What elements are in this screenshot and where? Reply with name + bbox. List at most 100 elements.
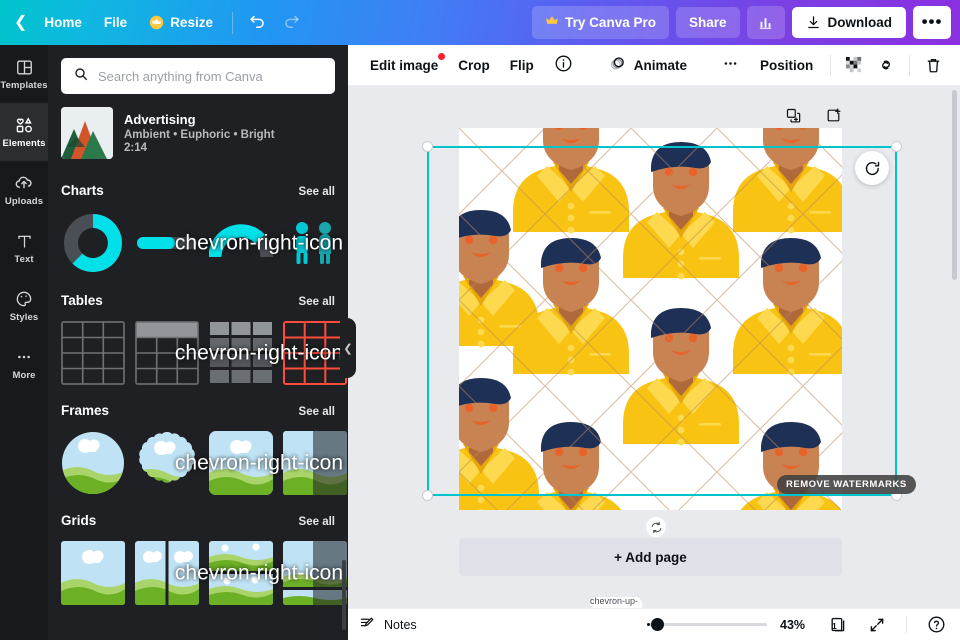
toolbar-divider (909, 54, 911, 76)
resize-button[interactable]: Resize (138, 8, 224, 37)
section-charts: Charts See all chevron-right-icon (48, 173, 348, 279)
page-manager-button[interactable]: 1 (825, 613, 851, 637)
back-chevron-icon[interactable]: ❮ (10, 14, 33, 31)
canvas-vertical-scrollbar[interactable] (952, 90, 957, 280)
add-page-icon[interactable] (824, 106, 842, 124)
home-button[interactable]: Home (33, 8, 93, 37)
frames-thumb-row: chevron-right-icon (61, 427, 347, 499)
zoom-percentage: 43% (780, 617, 806, 632)
sidebar-item-templates[interactable]: Templates (0, 45, 48, 103)
redo-arrow-icon (285, 15, 300, 29)
audio-artwork (61, 107, 113, 159)
section-title-frames: Frames (61, 403, 110, 418)
notes-button[interactable]: Notes (359, 615, 417, 635)
animate-button[interactable]: Animate (597, 48, 697, 83)
edit-image-button[interactable]: Edit image (360, 52, 448, 79)
grids-thumb-row: chevron-right-icon (61, 537, 347, 609)
see-all-charts[interactable]: See all (299, 186, 335, 198)
section-header-charts: Charts See all (61, 173, 335, 207)
redo-button[interactable] (275, 8, 309, 38)
fullscreen-button[interactable] (864, 613, 890, 637)
zoom-slider-knob[interactable] (651, 618, 664, 631)
file-menu-button[interactable]: File (93, 8, 138, 37)
zoom-slider[interactable] (647, 618, 767, 632)
bottom-bar: Notes 43% 1 (348, 608, 960, 640)
panel-collapse-handle[interactable]: ❮ (340, 318, 356, 378)
image-toolbar: Edit image Crop Flip Animate Position (348, 45, 960, 86)
templates-icon (15, 57, 34, 77)
plain-table-thumb[interactable] (61, 321, 125, 385)
section-frames: Frames See all chevron-right-icon (48, 393, 348, 499)
resize-handle-bottom-left[interactable] (422, 490, 433, 501)
section-title-tables: Tables (61, 293, 103, 308)
undo-button[interactable] (241, 8, 275, 38)
see-all-tables[interactable]: See all (299, 296, 335, 308)
ellipsis-icon (721, 54, 740, 76)
top-toolbar-left: ❮ Home File Resize (0, 0, 309, 45)
circle-frame-thumb[interactable] (61, 431, 125, 495)
see-all-grids[interactable]: See all (299, 516, 335, 528)
frames-next-arrow[interactable]: chevron-right-icon (175, 453, 343, 474)
notes-pencil-icon (359, 615, 376, 635)
position-button[interactable]: Position (750, 52, 823, 79)
elements-panel-scroll: Advertising Ambient • Euphoric • Bright … (48, 45, 348, 640)
help-circle-icon (928, 616, 944, 633)
resize-handle-top-right[interactable] (891, 141, 902, 152)
chevron-left-icon: ❮ (343, 342, 353, 355)
donut-chart-thumb[interactable] (61, 211, 125, 275)
try-canva-pro-button[interactable]: Try Canva Pro (532, 6, 669, 39)
top-toolbar: ❮ Home File Resize Try Canva Pro Share D… (0, 0, 960, 45)
section-header-grids: Grids See all (61, 503, 335, 537)
add-comment-button[interactable] (855, 151, 889, 185)
more-options-button[interactable]: ••• (913, 6, 951, 39)
animate-label: Animate (633, 57, 688, 73)
flip-button[interactable]: Flip (500, 52, 544, 79)
insights-button[interactable] (746, 6, 785, 39)
share-button[interactable]: Share (675, 7, 740, 38)
grids-next-arrow[interactable]: chevron-right-icon (175, 563, 343, 584)
try-pro-label: Try Canva Pro (565, 15, 656, 30)
duplicate-button[interactable] (870, 50, 902, 80)
sidebar-label-text: Text (14, 254, 34, 265)
sidebar-item-text[interactable]: Text (0, 219, 48, 277)
canvas-area[interactable]: REMOVE WATERMARKS + Add page ❮ ❯ (348, 86, 960, 640)
text-t-icon (15, 231, 34, 251)
sidebar-item-more[interactable]: More (0, 335, 48, 393)
toolbar-more-button[interactable] (711, 48, 750, 82)
trash-icon (927, 58, 940, 72)
duplicate-page-icon[interactable] (784, 106, 802, 124)
charts-next-arrow[interactable]: chevron-right-icon (175, 233, 343, 254)
sidebar-item-elements[interactable]: Elements (0, 103, 48, 161)
position-label: Position (760, 57, 814, 73)
top-toolbar-right: Try Canva Pro Share Download ••• (532, 0, 960, 45)
design-page[interactable] (459, 128, 842, 510)
panel-scrollbar[interactable] (342, 560, 346, 630)
sync-rotate-icon[interactable] (646, 517, 666, 537)
elements-panel: Advertising Ambient • Euphoric • Bright … (48, 45, 348, 640)
zoom-slider-tick (647, 623, 650, 626)
crop-button[interactable]: Crop (448, 52, 500, 79)
sidebar-label-elements: Elements (2, 138, 46, 149)
sidebar-item-uploads[interactable]: Uploads (0, 161, 48, 219)
audio-track-item[interactable]: Advertising Ambient • Euphoric • Bright … (48, 103, 348, 173)
see-all-frames[interactable]: See all (299, 406, 335, 418)
page-actions (784, 106, 842, 124)
resize-label: Resize (170, 15, 213, 30)
download-button[interactable]: Download (791, 7, 906, 38)
resize-handle-top-left[interactable] (422, 141, 433, 152)
help-button[interactable] (923, 613, 949, 637)
info-button[interactable] (544, 48, 583, 82)
transparency-button[interactable] (838, 50, 870, 80)
delete-button[interactable] (917, 50, 949, 80)
sidebar-item-styles[interactable]: Styles (0, 277, 48, 335)
upload-cloud-icon (14, 173, 34, 193)
search-icon (73, 66, 89, 87)
remove-watermarks-badge[interactable]: REMOVE WATERMARKS (777, 475, 916, 494)
add-page-button[interactable]: + Add page (459, 538, 842, 576)
search-input[interactable] (98, 68, 323, 84)
canva-editor-window: ❮ Home File Resize Try Canva Pro Share D… (0, 0, 960, 640)
search-box[interactable] (61, 58, 335, 94)
notes-expand-handle[interactable]: chevron-up-icon (590, 597, 642, 615)
single-grid-thumb[interactable] (61, 541, 125, 605)
tables-next-arrow[interactable]: chevron-right-icon (175, 343, 343, 364)
